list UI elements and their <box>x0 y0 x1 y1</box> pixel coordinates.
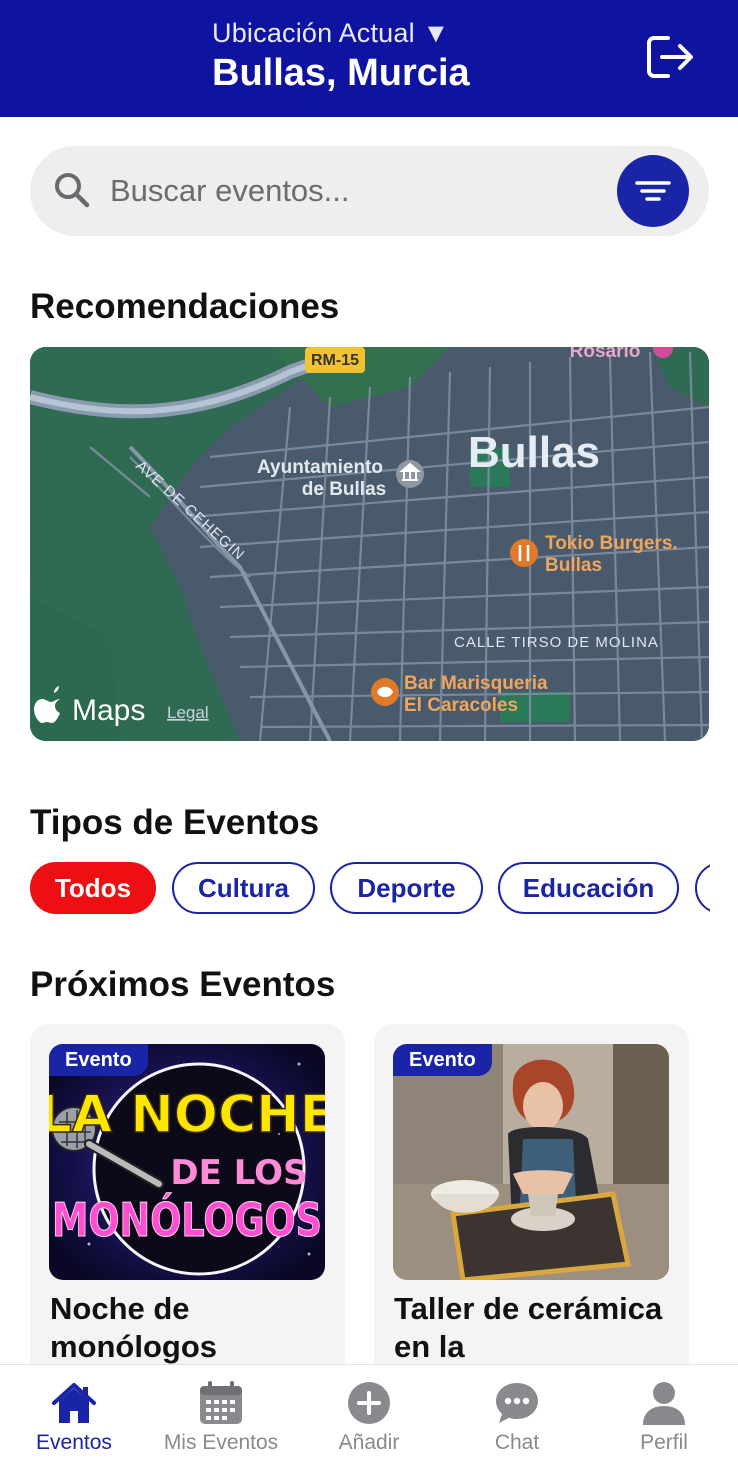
chip-next-partial[interactable] <box>695 862 710 914</box>
search-icon <box>55 173 90 208</box>
search-input[interactable] <box>110 166 610 216</box>
tab-chat[interactable]: Chat <box>443 1365 591 1465</box>
app-header: Ubicación Actual ▼ Bullas, Murcia <box>0 0 738 117</box>
tab-label: Mis Eventos <box>163 1431 279 1454</box>
current-location[interactable]: Bullas, Murcia <box>212 52 470 95</box>
event-badge: Evento <box>393 1044 492 1076</box>
tab-anadir[interactable]: Añadir <box>295 1365 443 1465</box>
map-view[interactable]: RM-15 Rosario Bullas Ayuntamiento de Bul… <box>30 347 709 741</box>
chat-icon <box>496 1383 538 1423</box>
map-canvas: RM-15 Rosario Bullas Ayuntamiento de Bul… <box>30 347 709 741</box>
event-type-chips: Todos Cultura Deporte Educación <box>30 862 710 914</box>
chip-deporte[interactable]: Deporte <box>330 862 483 914</box>
search-bar <box>30 146 709 236</box>
chip-educacion[interactable]: Educación <box>498 862 679 914</box>
map-poi-bar-2: El Caracoles <box>404 695 518 716</box>
tab-label: Eventos <box>36 1431 112 1454</box>
tab-label: Perfil <box>640 1431 688 1454</box>
location-selector-label[interactable]: Ubicación Actual ▼ <box>212 18 449 49</box>
map-town-label: Bullas <box>468 428 600 477</box>
image-text-monologos: MONÓLOGOS <box>52 1193 322 1247</box>
tab-mis-eventos[interactable]: Mis Eventos <box>147 1365 295 1465</box>
add-circle-icon <box>348 1382 390 1424</box>
bottom-tab-bar: Eventos Mis Eventos Añadir Chat Perfil <box>0 1364 738 1481</box>
map-poi-ayuntamiento-2: de Bullas <box>302 479 386 500</box>
tab-label: Chat <box>494 1431 540 1454</box>
logout-icon[interactable] <box>646 34 696 80</box>
filter-icon <box>635 181 671 201</box>
event-title: Taller de cerámica en la <box>394 1291 663 1364</box>
event-badge: Evento <box>49 1044 148 1076</box>
home-icon <box>52 1383 96 1423</box>
event-types-title: Tipos de Eventos <box>30 803 320 842</box>
map-label-rosario: Rosario <box>570 347 641 362</box>
tab-eventos[interactable]: Eventos <box>0 1365 148 1465</box>
event-title: Noche de monólogos <box>50 1291 218 1364</box>
map-poi-tokio-1: Tokio Burgers. <box>545 533 678 554</box>
map-poi-ayuntamiento-1: Ayuntamiento <box>257 457 383 478</box>
recommendations-title: Recomendaciones <box>30 287 340 326</box>
event-card[interactable]: Evento Taller de cerámica en la <box>374 1024 689 1384</box>
upcoming-events-title: Próximos Eventos <box>30 965 336 1004</box>
image-text-delos: DE LOS <box>170 1153 307 1193</box>
calendar-icon <box>200 1381 242 1424</box>
image-text-noche: LA NOCHE <box>49 1085 325 1145</box>
chip-cultura[interactable]: Cultura <box>172 862 315 914</box>
person-icon <box>643 1382 685 1425</box>
tab-label: Añadir <box>338 1431 400 1454</box>
maps-brand: Maps <box>72 694 145 727</box>
event-image-monologos: LA NOCHE DE LOS MONÓLOGOS <box>49 1044 325 1280</box>
map-poi-bar-1: Bar Marisqueria <box>404 673 548 694</box>
map-street-tirso: CALLE TIRSO DE MOLINA <box>454 634 659 651</box>
chip-todos[interactable]: Todos <box>30 862 156 914</box>
road-shield: RM-15 <box>311 352 359 369</box>
maps-legal-link: Legal <box>167 703 209 722</box>
event-card[interactable]: LA NOCHE DE LOS MONÓLOGOS Evento Noche d… <box>30 1024 345 1384</box>
event-image-ceramica <box>393 1044 669 1280</box>
map-poi-tokio-2: Bullas <box>545 555 602 576</box>
tab-perfil[interactable]: Perfil <box>590 1365 738 1465</box>
filter-button[interactable] <box>617 155 689 227</box>
